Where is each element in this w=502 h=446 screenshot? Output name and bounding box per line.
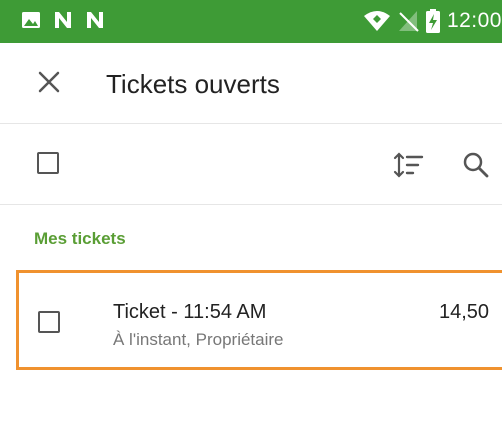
notification-icons [20,9,106,31]
sort-icon[interactable] [392,150,424,180]
ticket-toolbar [0,124,502,205]
ticket-subtitle: À l'instant, Propriétaire [113,330,284,349]
ticket-checkbox[interactable] [38,311,60,333]
close-icon[interactable] [34,67,64,97]
system-icons: 12:00 [363,8,502,34]
n-notification-icon [87,12,103,28]
ticket-row[interactable]: Ticket - 11:54 AM À l'instant, Propriéta… [16,270,502,370]
no-signal-icon [398,11,419,32]
battery-charging-icon [425,9,440,33]
status-bar: 12:00 [0,0,502,43]
search-icon[interactable] [461,150,491,180]
page-title: Tickets ouverts [106,69,280,99]
ticket-owner: Propriétaire [195,330,284,349]
image-icon [22,12,40,28]
ticket-title: Ticket - 11:54 AM [113,301,267,323]
n-notification-icon [55,12,71,28]
wifi-icon [363,11,390,31]
ticket-time: À l'instant [113,330,187,349]
select-all-checkbox[interactable] [37,152,59,174]
clock: 12:00 [446,9,502,32]
app-bar: Tickets ouverts [0,43,502,124]
ticket-amount: 14,50 [439,301,490,323]
section-header: Mes tickets [34,229,126,248]
